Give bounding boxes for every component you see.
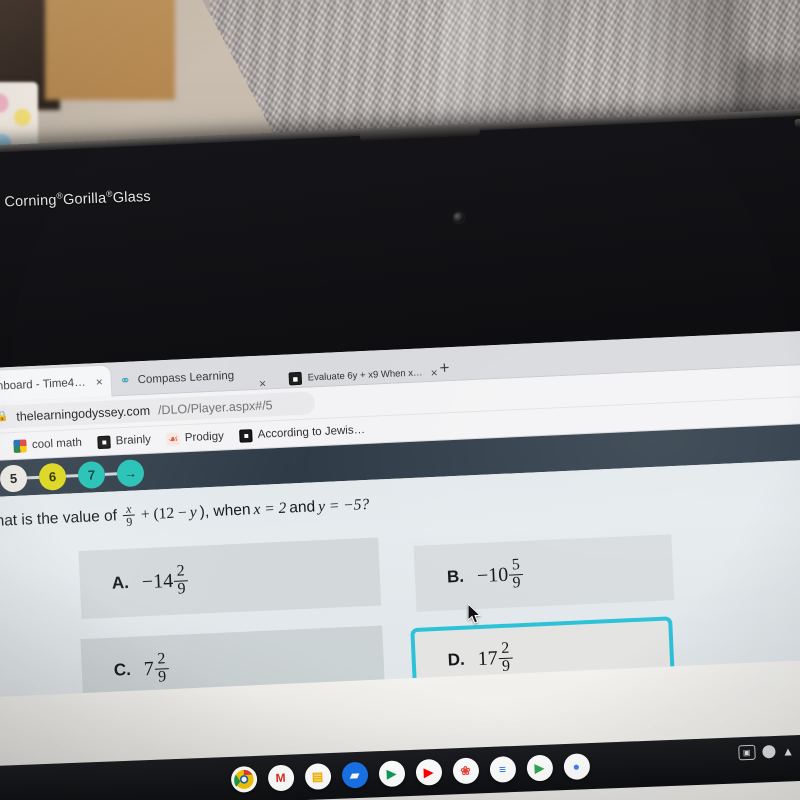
meet-icon[interactable]: ▶ <box>378 760 406 788</box>
fraction-numerator: 5 <box>511 556 521 574</box>
tab-close-icon[interactable]: × <box>95 374 103 388</box>
given-y: y = −5? <box>317 495 370 516</box>
answer-whole: 17 <box>477 646 499 670</box>
answer-label: A. <box>111 572 130 593</box>
answer-fraction: 2 9 <box>173 562 189 598</box>
bookmark-brainly[interactable]: ■ Brainly <box>97 433 152 449</box>
fraction-numerator: 2 <box>176 562 186 580</box>
chrome-icon[interactable] <box>230 765 258 793</box>
answer-whole: −14 <box>141 569 174 593</box>
fraction-denominator: 9 <box>174 579 189 598</box>
files-icon[interactable]: ▰ <box>341 761 369 789</box>
bookmark-prodigy[interactable]: ☙ Prodigy <box>166 430 225 446</box>
answer-value: 7 2 9 <box>143 650 170 686</box>
answer-value: 17 2 9 <box>477 639 514 676</box>
tab-title: dent Dashboard - Time4Lear <box>0 375 91 394</box>
question-var-y: y <box>189 503 198 522</box>
bookmark-label: Brainly <box>115 433 152 448</box>
nav-connector <box>104 471 118 476</box>
answer-label: D. <box>447 649 466 670</box>
photos-icon[interactable]: ❀ <box>451 757 479 785</box>
answer-option-a[interactable]: A. −14 2 9 <box>78 537 382 620</box>
page-icon: ■ <box>288 371 303 386</box>
tan-wall-patch <box>45 0 175 100</box>
nav-forward-button[interactable]: → <box>116 458 145 487</box>
docs-icon[interactable]: ≡ <box>488 755 516 783</box>
nav-connector <box>65 473 79 478</box>
fraction-denominator: 9 <box>498 657 514 675</box>
fraction-numerator: 2 <box>500 639 510 658</box>
gmail-icon[interactable]: M <box>267 764 295 792</box>
tab-close-icon[interactable]: × <box>430 365 438 379</box>
question-close-paren: ), when <box>199 501 251 521</box>
answer-label: C. <box>113 659 132 680</box>
bezel-text-2: Gorilla <box>62 190 107 209</box>
fraction-denominator: 9 <box>509 573 524 592</box>
answer-whole: 7 <box>143 657 155 680</box>
question-text: What is the value of x 9 + (12 − y ), wh… <box>0 492 370 536</box>
mouse-cursor <box>468 604 482 624</box>
answer-whole: −10 <box>476 563 509 587</box>
lock-icon: 🔒 <box>0 411 9 423</box>
bookmark-label: According to Jewis… <box>257 424 366 441</box>
webcam-lens <box>453 212 464 223</box>
answer-label: B. <box>446 566 465 587</box>
prodigy-icon: ☙ <box>166 431 181 446</box>
nav-page-7[interactable]: 7 <box>77 460 106 489</box>
bezel-text-3: Glass <box>112 188 152 207</box>
wifi-icon: ▲ <box>781 743 795 759</box>
cast-icon[interactable]: ▣ <box>737 744 756 761</box>
question-prefix: What is the value of <box>0 507 118 531</box>
tab-title: Compass Learning <box>137 369 235 386</box>
laptop-body: al Corning®Gorilla®Glass dent Dashboard … <box>0 106 800 800</box>
page-icon: ■ <box>239 428 254 443</box>
given-x: x = 2 <box>253 499 287 519</box>
question-fraction: x 9 <box>122 501 136 529</box>
answer-fraction: 5 9 <box>508 556 524 592</box>
bookmark-according-to-jewis[interactable]: ■ According to Jewis… <box>239 424 366 443</box>
system-tray[interactable]: ▣ ▲ 1:31 <box>737 742 800 761</box>
tab-title: Evaluate 6y + x9 When x = -5, y <box>307 367 425 384</box>
bookmark-label: Prodigy <box>184 430 225 445</box>
nav-connector <box>26 475 40 479</box>
nav-page-5[interactable]: 5 <box>0 463 28 493</box>
bookmark-cool-math[interactable]: cool math <box>13 436 83 453</box>
fraction-numerator: 2 <box>157 650 166 668</box>
globe-app-icon[interactable]: ● <box>562 753 590 781</box>
compass-icon: ⚭ <box>119 372 131 388</box>
tab-close-icon[interactable]: × <box>259 376 267 390</box>
slides-icon[interactable]: ▤ <box>304 763 332 791</box>
brainly-icon: ■ <box>97 435 112 449</box>
coolmath-icon <box>13 438 28 453</box>
answer-fraction: 2 9 <box>154 650 170 686</box>
url-path: /DLO/Player.aspx#/5 <box>157 397 273 417</box>
fraction-denominator: 9 <box>122 515 136 529</box>
screen-content: dent Dashboard - Time4Lear × ⚭ Compass L… <box>0 328 800 800</box>
photo-of-chromebook-screen: al Corning®Gorilla®Glass dent Dashboard … <box>0 0 800 800</box>
url-host: thelearningodyssey.com <box>15 403 151 424</box>
new-tab-button[interactable]: + <box>439 358 450 378</box>
answer-option-b[interactable]: B. −10 5 9 <box>413 534 675 612</box>
answer-value: −14 2 9 <box>141 563 189 599</box>
bezel-text-1: al Corning <box>0 192 57 212</box>
gorilla-glass-label: al Corning®Gorilla®Glass <box>0 187 152 212</box>
question-and: and <box>288 498 316 517</box>
youtube-icon[interactable]: ▶ <box>414 758 442 786</box>
bookmark-label: cool math <box>31 436 83 452</box>
account-avatar-icon[interactable] <box>761 744 776 759</box>
fraction-denominator: 9 <box>154 667 170 686</box>
answer-value: −10 5 9 <box>476 556 524 593</box>
question-middle: + (12 − <box>140 504 188 524</box>
hinge-nub <box>794 118 800 128</box>
fraction-numerator: x <box>125 501 132 516</box>
nav-page-6[interactable]: 6 <box>38 462 67 491</box>
answer-fraction: 2 9 <box>498 639 514 675</box>
play-store-icon[interactable]: ▶ <box>525 754 553 782</box>
